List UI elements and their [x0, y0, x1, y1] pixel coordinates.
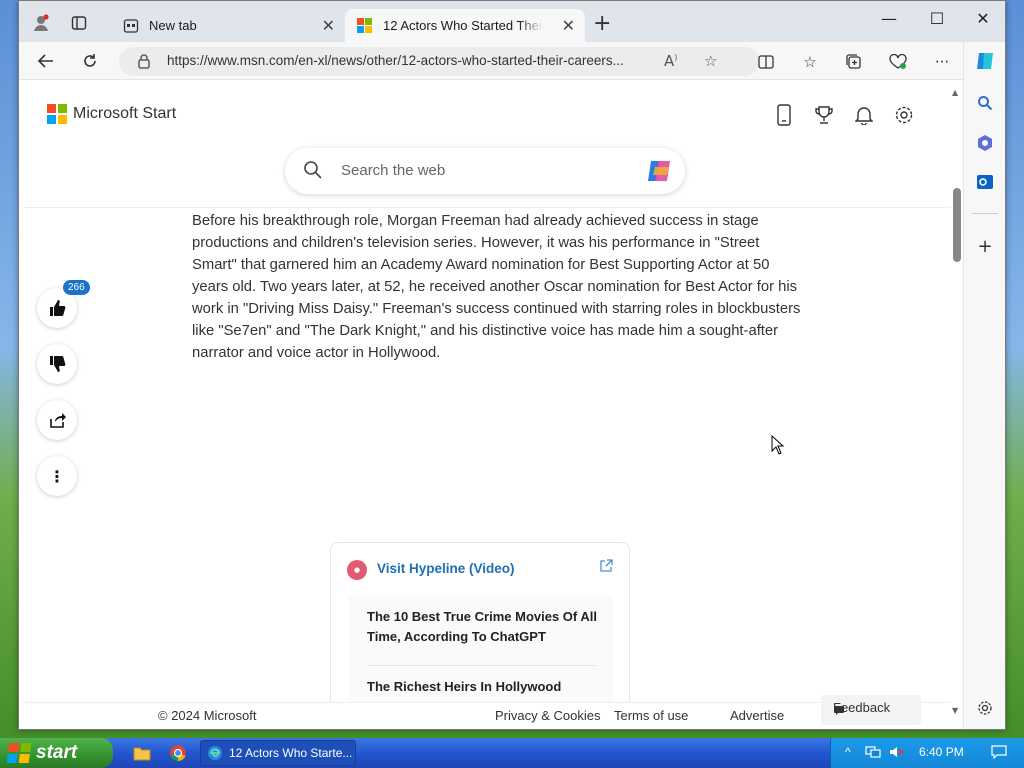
sidebar-divider [972, 213, 998, 214]
more-options-icon[interactable]: ··· [931, 51, 953, 73]
volume-muted-icon[interactable] [889, 745, 905, 762]
settings-gear-icon[interactable] [891, 102, 917, 128]
read-aloud-icon[interactable]: A) [664, 52, 677, 70]
thumbs-down-icon [50, 356, 66, 372]
refresh-icon[interactable] [75, 47, 105, 75]
show-hidden-icons-icon[interactable]: ^ [845, 745, 851, 759]
advertise-link[interactable]: Advertise [730, 708, 784, 723]
lock-icon[interactable] [137, 53, 151, 69]
dislike-button[interactable] [37, 344, 77, 384]
favorite-star-icon[interactable]: ☆ [704, 52, 717, 70]
scroll-up-arrow-icon[interactable]: ▲ [952, 88, 958, 97]
more-actions-icon[interactable]: ⋮ [37, 456, 77, 496]
taskbar-edge-window[interactable]: 12 Actors Who Starte... [200, 740, 356, 766]
close-window-icon[interactable]: ✕ [961, 5, 1005, 31]
search-box[interactable]: Search the web [285, 148, 685, 194]
feedback-button[interactable]: Feedback [821, 695, 921, 725]
tab-title: 12 Actors Who Started Their Careers [383, 18, 543, 33]
scroll-down-arrow-icon[interactable]: ▼ [952, 706, 958, 715]
mouse-cursor-icon [771, 435, 785, 455]
edge-sidebar: + [963, 42, 1005, 729]
profile-icon[interactable] [27, 9, 55, 37]
back-arrow-icon[interactable] [31, 47, 61, 75]
page-footer: © 2024 Microsoft Privacy & Cookies Terms… [23, 695, 951, 729]
edge-icon [208, 746, 222, 760]
copyright-text: © 2024 Microsoft [158, 708, 257, 723]
start-label: start [36, 742, 78, 763]
new-tab-page-icon [123, 18, 139, 33]
new-tab-plus-icon[interactable]: + [593, 11, 611, 36]
notifications-icon[interactable] [991, 745, 1007, 762]
search-placeholder: Search the web [341, 162, 446, 179]
hypeline-logo-icon: ● [347, 560, 367, 580]
sidebar-settings-icon[interactable] [974, 697, 996, 719]
tab-title: New tab [149, 18, 197, 33]
article-paragraph: Before his breakthrough role, Morgan Fre… [192, 213, 801, 361]
thumbs-up-icon [50, 300, 66, 316]
provider-link[interactable]: Visit Hypeline (Video) [377, 561, 515, 576]
microsoft-start-logo[interactable]: Microsoft Start [47, 104, 176, 124]
tab-new-tab[interactable]: New tab ✕ [111, 9, 345, 42]
windows-flag-icon [6, 743, 32, 763]
microsoft-logo-icon [47, 104, 67, 124]
network-icon[interactable] [865, 745, 881, 762]
share-button[interactable] [37, 400, 77, 440]
copilot-icon[interactable] [645, 157, 675, 185]
search-icon[interactable] [974, 92, 996, 114]
tab-actions-icon[interactable] [65, 9, 93, 37]
taskbar: start 12 Actors Who Starte... ^ 6:40 PM [0, 738, 1024, 768]
system-tray: ^ 6:40 PM [830, 738, 1024, 768]
url-text[interactable]: https://www.msn.com/en-xl/news/other/12-… [167, 53, 624, 68]
tab-strip: New tab ✕ 12 Actors Who Started Their Ca… [19, 1, 1005, 42]
collections-icon[interactable] [843, 51, 865, 73]
clock[interactable]: 6:40 PM [919, 745, 964, 759]
notifications-bell-icon[interactable] [851, 102, 877, 128]
close-tab-icon[interactable]: ✕ [322, 16, 335, 35]
browser-essentials-icon[interactable] [887, 51, 909, 73]
page-scrollbar[interactable]: ▲ ▼ [951, 80, 963, 722]
card-list: The 10 Best True Crime Movies Of All Tim… [349, 595, 613, 702]
like-count-badge: 266 [63, 280, 90, 295]
split-screen-icon[interactable] [755, 51, 777, 73]
minimize-icon[interactable]: — [867, 5, 911, 31]
msn-header: Microsoft Start Search the web [23, 80, 951, 208]
chrome-icon[interactable] [168, 743, 188, 763]
external-link-icon[interactable] [599, 559, 613, 577]
browser-window: New tab ✕ 12 Actors Who Started Their Ca… [18, 0, 1006, 730]
card-list-item[interactable]: The Richest Heirs In Hollywood [367, 677, 597, 697]
close-tab-icon[interactable]: ✕ [562, 16, 575, 35]
favorites-icon[interactable]: ☆ [799, 51, 821, 73]
privacy-link[interactable]: Privacy & Cookies [495, 708, 600, 723]
outlook-icon[interactable] [974, 171, 996, 193]
start-button[interactable]: start [0, 738, 113, 768]
tab-article[interactable]: 12 Actors Who Started Their Careers ✕ [345, 9, 585, 42]
search-icon [304, 161, 322, 179]
card-list-item[interactable]: The 10 Best True Crime Movies Of All Tim… [367, 607, 597, 647]
taskbar-window-title: 12 Actors Who Starte... [229, 746, 353, 760]
terms-link[interactable]: Terms of use [614, 708, 688, 723]
brand-name: Microsoft Start [73, 105, 177, 122]
feedback-label: Feedback [833, 700, 891, 715]
address-bar[interactable]: https://www.msn.com/en-xl/news/other/12-… [119, 47, 759, 76]
add-sidebar-app-icon[interactable]: + [974, 235, 996, 257]
browser-toolbar: https://www.msn.com/en-xl/news/other/12-… [19, 42, 1005, 80]
msn-favicon [357, 17, 373, 34]
maximize-icon[interactable]: ☐ [915, 5, 959, 31]
share-icon [50, 413, 66, 428]
card-divider [367, 665, 597, 666]
provider-card: ● Visit Hypeline (Video) The 10 Best Tru… [330, 542, 630, 702]
copilot-icon[interactable] [974, 50, 996, 72]
rewards-trophy-icon[interactable] [811, 102, 837, 128]
msn-page: Microsoft Start Search the web 266 ⋮ Bef… [23, 80, 951, 702]
scrollbar-thumb[interactable] [953, 188, 961, 262]
file-explorer-icon[interactable] [132, 743, 152, 763]
microsoft-365-icon[interactable] [974, 132, 996, 154]
mobile-app-icon[interactable] [771, 102, 797, 128]
